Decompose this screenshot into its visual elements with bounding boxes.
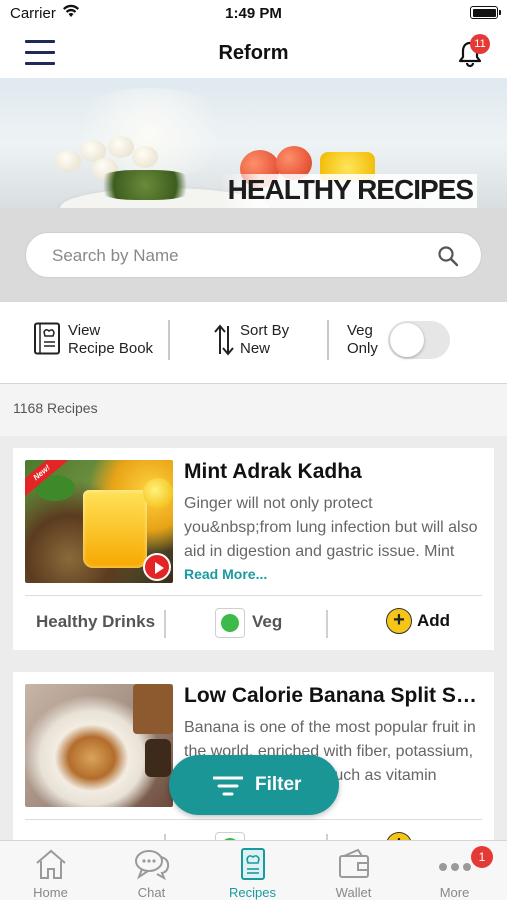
- status-bar: Carrier 1:49 PM: [0, 0, 507, 28]
- search-area: [0, 208, 507, 302]
- chat-icon: [135, 850, 170, 881]
- veg-only-toggle[interactable]: [388, 321, 450, 359]
- banner-headline: HEALTHY RECIPES: [219, 174, 477, 208]
- tab-more[interactable]: 1 More: [404, 841, 505, 900]
- clock: 1:49 PM: [225, 5, 282, 22]
- sort-label-line2: New: [240, 340, 271, 357]
- sort-by-button[interactable]: Sort By New: [214, 320, 304, 364]
- more-icon: [439, 863, 471, 871]
- footer-divider: [164, 610, 166, 638]
- notification-badge: 11: [470, 34, 490, 54]
- search-box: [25, 232, 482, 278]
- plus-icon: +: [386, 832, 412, 840]
- veg-only-label: Veg Only: [347, 320, 387, 364]
- recipe-card-footer: Healthy Drinks Veg + Add: [13, 596, 494, 650]
- tab-label: Wallet: [335, 885, 372, 900]
- diet-label: Veg: [252, 612, 283, 631]
- tab-label: Chat: [137, 885, 166, 900]
- nav-bar: Reform 11: [0, 28, 507, 78]
- toolbar-divider: [168, 320, 170, 360]
- home-icon: [36, 849, 66, 879]
- recipe-title[interactable]: Low Calorie Banana Split Su...: [184, 684, 484, 708]
- healthy-recipes-banner: HEALTHY RECIPES: [0, 78, 507, 208]
- tab-bar: Home Chat Recipes Wallet 1 More: [0, 840, 507, 900]
- recipes-icon: [241, 848, 265, 880]
- wallet-icon: [339, 848, 369, 878]
- recipe-toolbar: View Recipe Book Sort By New Veg Only: [0, 302, 507, 384]
- read-more-link[interactable]: Read More...: [184, 566, 267, 582]
- footer-divider: [326, 610, 328, 638]
- veg-leaf-icon: [215, 608, 245, 638]
- battery-icon: [470, 6, 501, 19]
- tab-chat[interactable]: Chat: [101, 841, 202, 900]
- tab-label: Home: [33, 885, 68, 900]
- veg-label-line1: Veg: [347, 322, 373, 339]
- search-input[interactable]: [52, 243, 432, 269]
- tab-recipes[interactable]: Recipes: [202, 841, 303, 900]
- recipe-card[interactable]: New! Mint Adrak Kadha Ginger will not on…: [13, 448, 494, 650]
- sort-arrows-icon: [214, 324, 234, 356]
- recipe-book-icon: [34, 322, 60, 355]
- filter-button[interactable]: Filter: [169, 755, 339, 815]
- page-title: Reform: [218, 42, 289, 64]
- view-label-line2: Recipe Book: [68, 340, 154, 357]
- recipe-description: Ginger will not only protect you&nbsp;fr…: [184, 495, 478, 560]
- view-label-line1: View: [68, 322, 101, 339]
- recipe-count: 1168 Recipes: [13, 400, 98, 416]
- recipe-thumbnail[interactable]: [25, 684, 173, 807]
- recipe-count-row: 1168 Recipes: [0, 384, 507, 436]
- video-play-icon[interactable]: [143, 553, 171, 581]
- plus-icon: +: [386, 608, 412, 634]
- more-badge: 1: [471, 846, 493, 868]
- search-icon[interactable]: [437, 245, 459, 267]
- tab-home[interactable]: Home: [0, 841, 101, 900]
- tab-label: More: [439, 885, 470, 900]
- view-recipe-book-button[interactable]: View Recipe Book: [32, 320, 162, 364]
- veg-label-line2: Only: [347, 340, 378, 357]
- veg-leaf-icon: [215, 832, 245, 840]
- recipe-thumbnail[interactable]: New!: [25, 460, 173, 583]
- sort-label-line1: Sort By: [240, 322, 290, 339]
- tab-wallet[interactable]: Wallet: [303, 841, 404, 900]
- toolbar-divider: [327, 320, 329, 360]
- recipe-category: Healthy Drinks: [36, 612, 156, 631]
- recipe-title[interactable]: Mint Adrak Kadha: [184, 460, 484, 484]
- filter-icon: [213, 776, 243, 796]
- add-label: Add: [417, 611, 451, 630]
- recipe-card-footer: +: [13, 820, 494, 840]
- tab-label: Recipes: [229, 885, 276, 900]
- filter-label: Filter: [255, 774, 302, 795]
